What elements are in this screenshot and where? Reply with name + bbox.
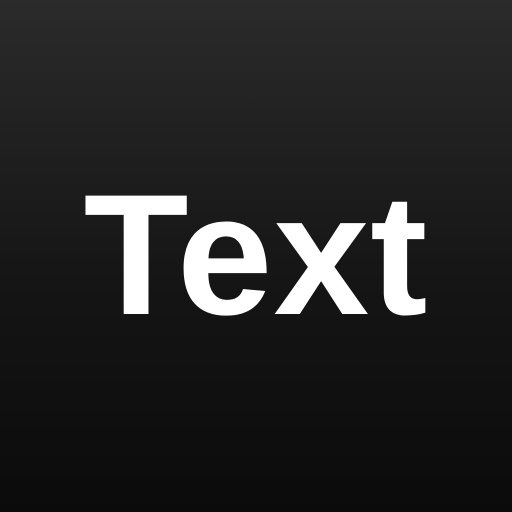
icon-label: Text	[83, 159, 429, 351]
app-icon-tile: Text	[0, 0, 512, 512]
